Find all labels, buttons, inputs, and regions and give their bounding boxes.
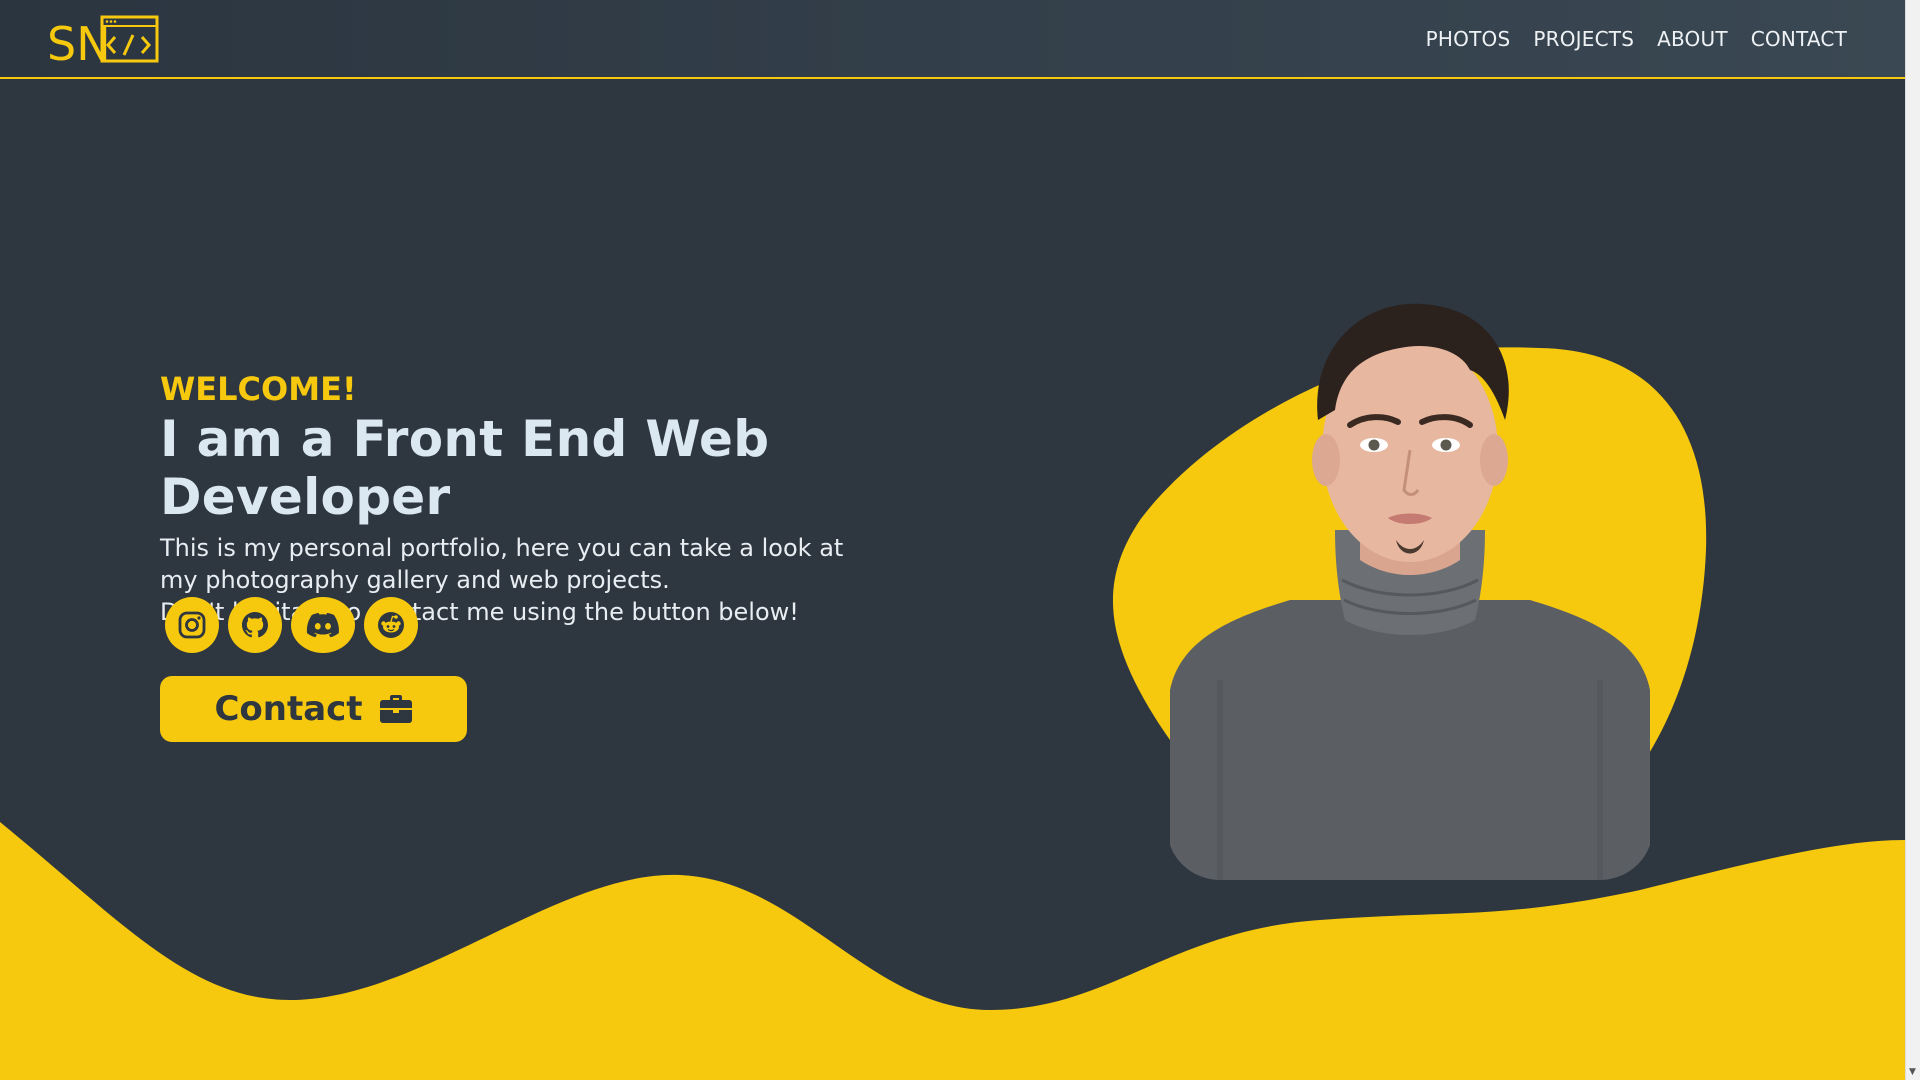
reddit-icon[interactable]	[364, 597, 418, 653]
site-logo[interactable]: SN	[47, 15, 159, 71]
vertical-scrollbar[interactable]: ▼	[1905, 0, 1920, 1080]
github-icon[interactable]	[228, 597, 282, 653]
discord-icon[interactable]	[291, 597, 355, 653]
main-nav: PHOTOS PROJECTS ABOUT CONTACT	[1426, 0, 1847, 78]
nav-photos[interactable]: PHOTOS	[1426, 27, 1511, 51]
briefcase-icon	[379, 695, 412, 723]
description-line-1: This is my personal portfolio, here you …	[160, 534, 844, 594]
headline: I am a Front End Web Developer	[160, 410, 770, 526]
social-links	[165, 597, 418, 653]
profile-photo	[1170, 303, 1650, 880]
hero-section: WELCOME! I am a Front End Web Developer …	[160, 370, 980, 628]
nav-contact[interactable]: CONTACT	[1751, 27, 1847, 51]
page: SN PHOTOS PROJECTS ABOUT CONTACT WELCOME…	[0, 0, 1905, 1080]
contact-button[interactable]: Contact	[160, 676, 467, 742]
site-header: SN PHOTOS PROJECTS ABOUT CONTACT	[0, 0, 1905, 79]
contact-button-label: Contact	[214, 689, 363, 729]
instagram-icon[interactable]	[165, 597, 219, 653]
nav-projects[interactable]: PROJECTS	[1533, 27, 1634, 51]
scroll-down-arrow-icon[interactable]: ▼	[1905, 1065, 1920, 1080]
nav-about[interactable]: ABOUT	[1657, 27, 1728, 51]
welcome-label: WELCOME!	[160, 370, 357, 408]
